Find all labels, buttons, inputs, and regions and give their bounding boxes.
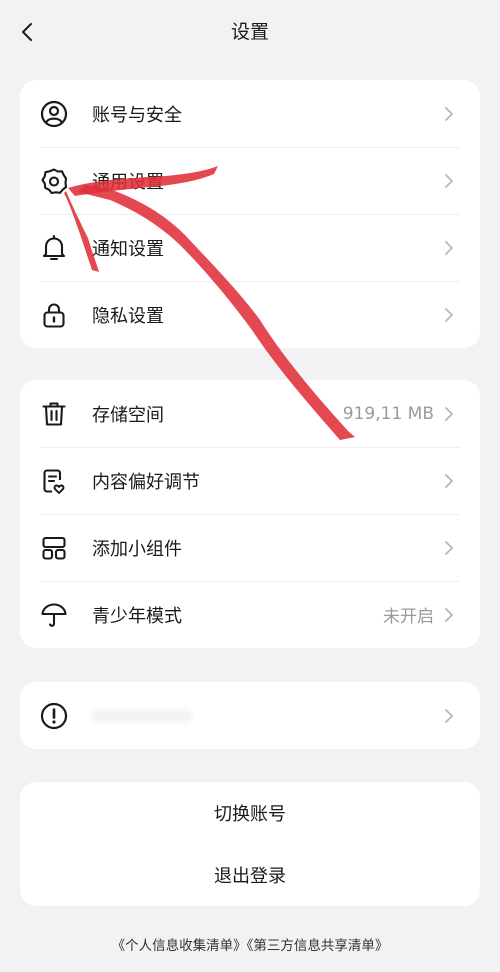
content-preference-row[interactable]: 内容偏好调节: [20, 447, 480, 514]
storage-row[interactable]: 存储空间 919,11 MB: [20, 380, 480, 447]
switch-account-button[interactable]: 切换账号: [20, 782, 480, 844]
settings-group-about: [20, 682, 480, 749]
personal-info-list-link[interactable]: 《个人信息收集清单》: [112, 938, 247, 954]
lock-icon: [40, 301, 68, 329]
account-security-label: 账号与安全: [92, 104, 182, 126]
chevron-right-icon: [445, 106, 453, 121]
privacy-settings-label: 隐私设置: [92, 305, 164, 327]
gear-icon: [40, 167, 68, 195]
trash-icon: [40, 400, 68, 428]
chevron-right-icon: [445, 173, 453, 188]
footer-links: 《个人信息收集清单》《第三方信息共享清单》: [0, 934, 500, 954]
notification-settings-row[interactable]: 通知设置: [20, 214, 480, 281]
add-widget-row[interactable]: 添加小组件: [20, 514, 480, 581]
general-settings-row[interactable]: 通用设置: [20, 147, 480, 214]
chevron-right-icon: [445, 406, 453, 421]
storage-value: 919,11 MB: [342, 403, 434, 424]
account-security-row[interactable]: 账号与安全: [20, 80, 480, 147]
widgets-icon: [40, 534, 68, 562]
user-circle-icon: [40, 100, 68, 128]
about-row[interactable]: [20, 682, 480, 749]
chevron-right-icon: [445, 473, 453, 488]
page-title: 设置: [230, 21, 269, 43]
chevron-right-icon: [445, 540, 453, 555]
chevron-right-icon: [445, 708, 453, 723]
third-party-list-link[interactable]: 《第三方信息共享清单》: [247, 938, 389, 954]
teen-mode-label: 青少年模式: [92, 605, 182, 627]
add-widget-label: 添加小组件: [92, 538, 182, 560]
bell-icon: [40, 234, 68, 262]
storage-label: 存储空间: [92, 404, 164, 426]
teen-mode-value: 未开启: [383, 607, 434, 627]
account-actions: 切换账号 退出登录: [20, 782, 480, 906]
notification-settings-label: 通知设置: [92, 238, 164, 260]
logout-button[interactable]: 退出登录: [20, 844, 480, 906]
blurred-label: [92, 706, 442, 726]
chevron-right-icon: [445, 307, 453, 322]
chevron-right-icon: [445, 240, 453, 255]
teen-mode-row[interactable]: 青少年模式 未开启: [20, 581, 480, 648]
umbrella-icon: [40, 601, 68, 629]
content-preference-label: 内容偏好调节: [92, 471, 200, 493]
info-circle-icon: [40, 702, 68, 730]
settings-group-account: 账号与安全 通用设置 通知设置 隐私设置: [20, 80, 480, 348]
settings-group-general: 存储空间 919,11 MB 内容偏好调节 添加小组件 青少年模式 未开启: [20, 380, 480, 648]
chevron-right-icon: [445, 607, 453, 622]
content-preference-icon: [40, 467, 68, 495]
nav-bar: 设置: [0, 0, 500, 64]
privacy-settings-row[interactable]: 隐私设置: [20, 281, 480, 348]
general-settings-label: 通用设置: [92, 171, 164, 193]
